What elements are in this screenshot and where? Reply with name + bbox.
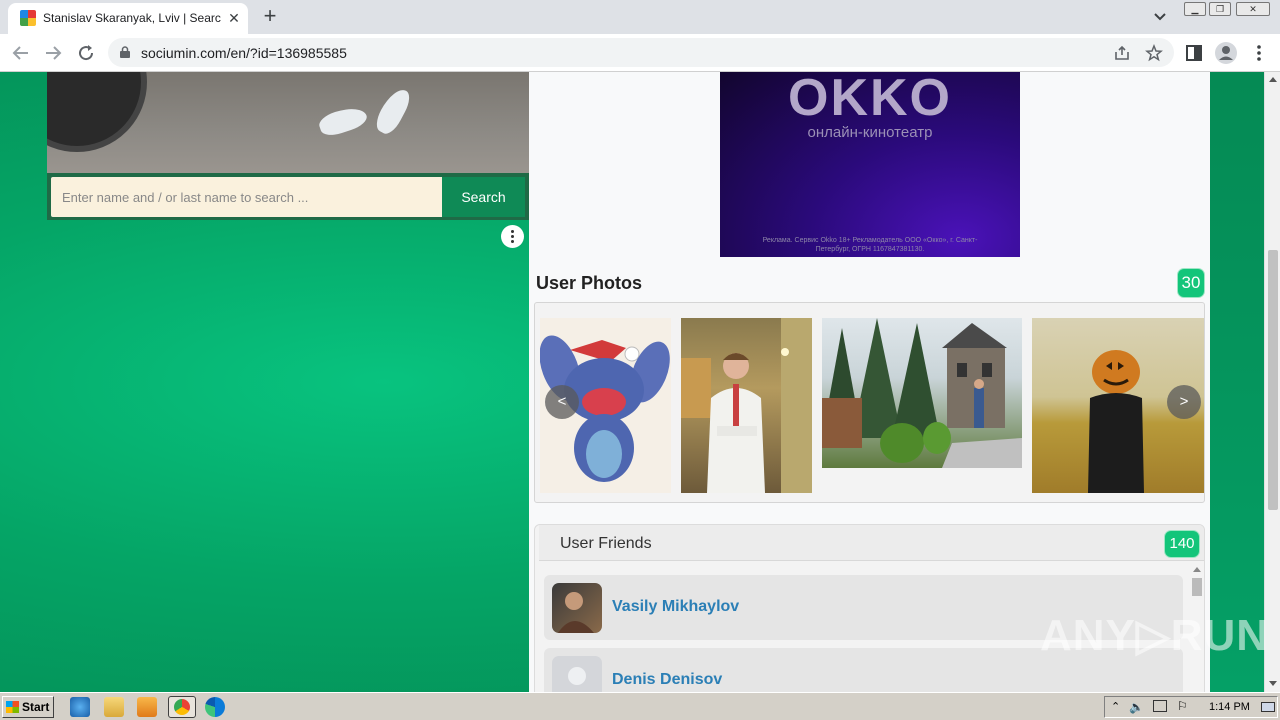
- scroll-down-arrow-icon[interactable]: [1268, 680, 1278, 688]
- profile-avatar-icon[interactable]: [1214, 41, 1238, 65]
- file-explorer-icon[interactable]: [104, 697, 124, 717]
- tray-expand-icon[interactable]: ⌃: [1111, 700, 1120, 713]
- browser-toolbar: sociumin.com/en/?id=136985585: [0, 34, 1280, 72]
- browser-tabbar: Stanislav Skaranyak, Lviv | Search In ✕ …: [0, 0, 1280, 34]
- edge-icon[interactable]: [205, 697, 225, 717]
- friends-header: User Friends: [539, 525, 1204, 561]
- user-friends-panel: User Friends 140 Vasily Mikhaylov Denis …: [534, 524, 1205, 692]
- scrollbar-thumb[interactable]: [1268, 250, 1278, 510]
- friends-count-badge: 140: [1164, 530, 1200, 558]
- photo-thumbnail[interactable]: [822, 318, 1022, 468]
- search-input[interactable]: [51, 177, 442, 217]
- carousel-prev-button[interactable]: <: [545, 385, 579, 419]
- okko-ad-banner[interactable]: OKKO онлайн-кинотеатр Реклама. Сервис Ok…: [720, 72, 1020, 257]
- scroll-up-arrow-icon[interactable]: [1268, 75, 1278, 83]
- close-window-button[interactable]: ✕: [1236, 2, 1270, 16]
- media-player-icon[interactable]: [137, 697, 157, 717]
- friend-name-link[interactable]: Vasily Mikhaylov: [612, 598, 739, 616]
- friend-name-link[interactable]: Denis Denisov: [612, 671, 722, 689]
- start-button[interactable]: Start: [2, 696, 54, 718]
- user-photos-title: User Photos: [536, 273, 643, 293]
- show-desktop-icon[interactable]: [1261, 702, 1275, 712]
- ad-subtitle: онлайн-кинотеатр: [807, 124, 933, 141]
- browser-menu-icon[interactable]: [1247, 41, 1271, 65]
- restore-window-button[interactable]: ❐: [1209, 2, 1231, 16]
- ad-logo: OKKO: [788, 72, 952, 127]
- volume-icon[interactable]: 🔈: [1129, 700, 1144, 714]
- network-icon[interactable]: [1153, 700, 1167, 712]
- side-panel-icon[interactable]: [1182, 41, 1206, 65]
- photos-carousel: < >: [534, 302, 1205, 503]
- lock-icon[interactable]: [120, 46, 130, 58]
- internet-explorer-icon[interactable]: [70, 697, 90, 717]
- photo-thumbnail[interactable]: [681, 318, 812, 493]
- system-tray: ⌃ 🔈 ⚐ 1:14 PM: [1104, 696, 1278, 718]
- photos-count-badge: 30: [1177, 268, 1205, 298]
- tab-close-icon[interactable]: ✕: [225, 9, 243, 27]
- action-center-flag-icon[interactable]: ⚐: [1177, 699, 1188, 713]
- page-viewport: Search OKKO онлайн-кинотеатр Реклама. Се…: [0, 72, 1280, 692]
- new-tab-button[interactable]: +: [258, 5, 282, 29]
- windows-logo-icon: [6, 701, 19, 713]
- more-options-icon[interactable]: [501, 225, 524, 248]
- bookmark-star-icon[interactable]: [1145, 44, 1163, 62]
- ad-fine-print: Реклама. Сервис Okko 18+ Рекламодатель О…: [762, 237, 978, 253]
- share-icon[interactable]: [1113, 44, 1131, 62]
- reload-icon[interactable]: [74, 41, 98, 65]
- sneaker-shape: [316, 103, 370, 139]
- right-background: [1210, 72, 1264, 692]
- address-bar[interactable]: sociumin.com/en/?id=136985585: [108, 38, 1174, 67]
- car-tire-shape: [47, 72, 147, 152]
- page-scrollbar[interactable]: [1264, 72, 1280, 692]
- windows-taskbar: Start ⌃ 🔈 ⚐ 1:14 PM: [0, 692, 1280, 720]
- tab-search-chevron-icon[interactable]: [1150, 8, 1170, 26]
- sneaker-shape: [372, 84, 414, 138]
- tab-title: Stanislav Skaranyak, Lviv | Search In: [43, 11, 221, 25]
- url-text[interactable]: sociumin.com/en/?id=136985585: [141, 45, 347, 61]
- forward-arrow-icon[interactable]: [41, 41, 65, 65]
- main-content: OKKO онлайн-кинотеатр Реклама. Сервис Ok…: [529, 72, 1210, 692]
- anyrun-watermark: ANY▷RUN: [1040, 611, 1270, 660]
- profile-cover-photo: [47, 72, 529, 173]
- chrome-icon: [174, 699, 190, 715]
- minimize-window-button[interactable]: ▁: [1184, 2, 1206, 16]
- taskbar-clock[interactable]: 1:14 PM: [1209, 701, 1250, 713]
- people-search-form: Search: [47, 173, 529, 220]
- browser-tab[interactable]: Stanislav Skaranyak, Lviv | Search In ✕: [8, 3, 248, 34]
- chrome-taskbar-button[interactable]: [168, 696, 196, 718]
- back-arrow-icon[interactable]: [9, 41, 33, 65]
- default-avatar-icon[interactable]: [552, 656, 602, 692]
- user-friends-title: User Friends: [560, 535, 652, 552]
- site-favicon-icon: [20, 10, 36, 26]
- friend-avatar[interactable]: [552, 583, 602, 633]
- carousel-next-button[interactable]: >: [1167, 385, 1201, 419]
- search-button[interactable]: Search: [442, 177, 525, 217]
- start-label: Start: [22, 700, 50, 714]
